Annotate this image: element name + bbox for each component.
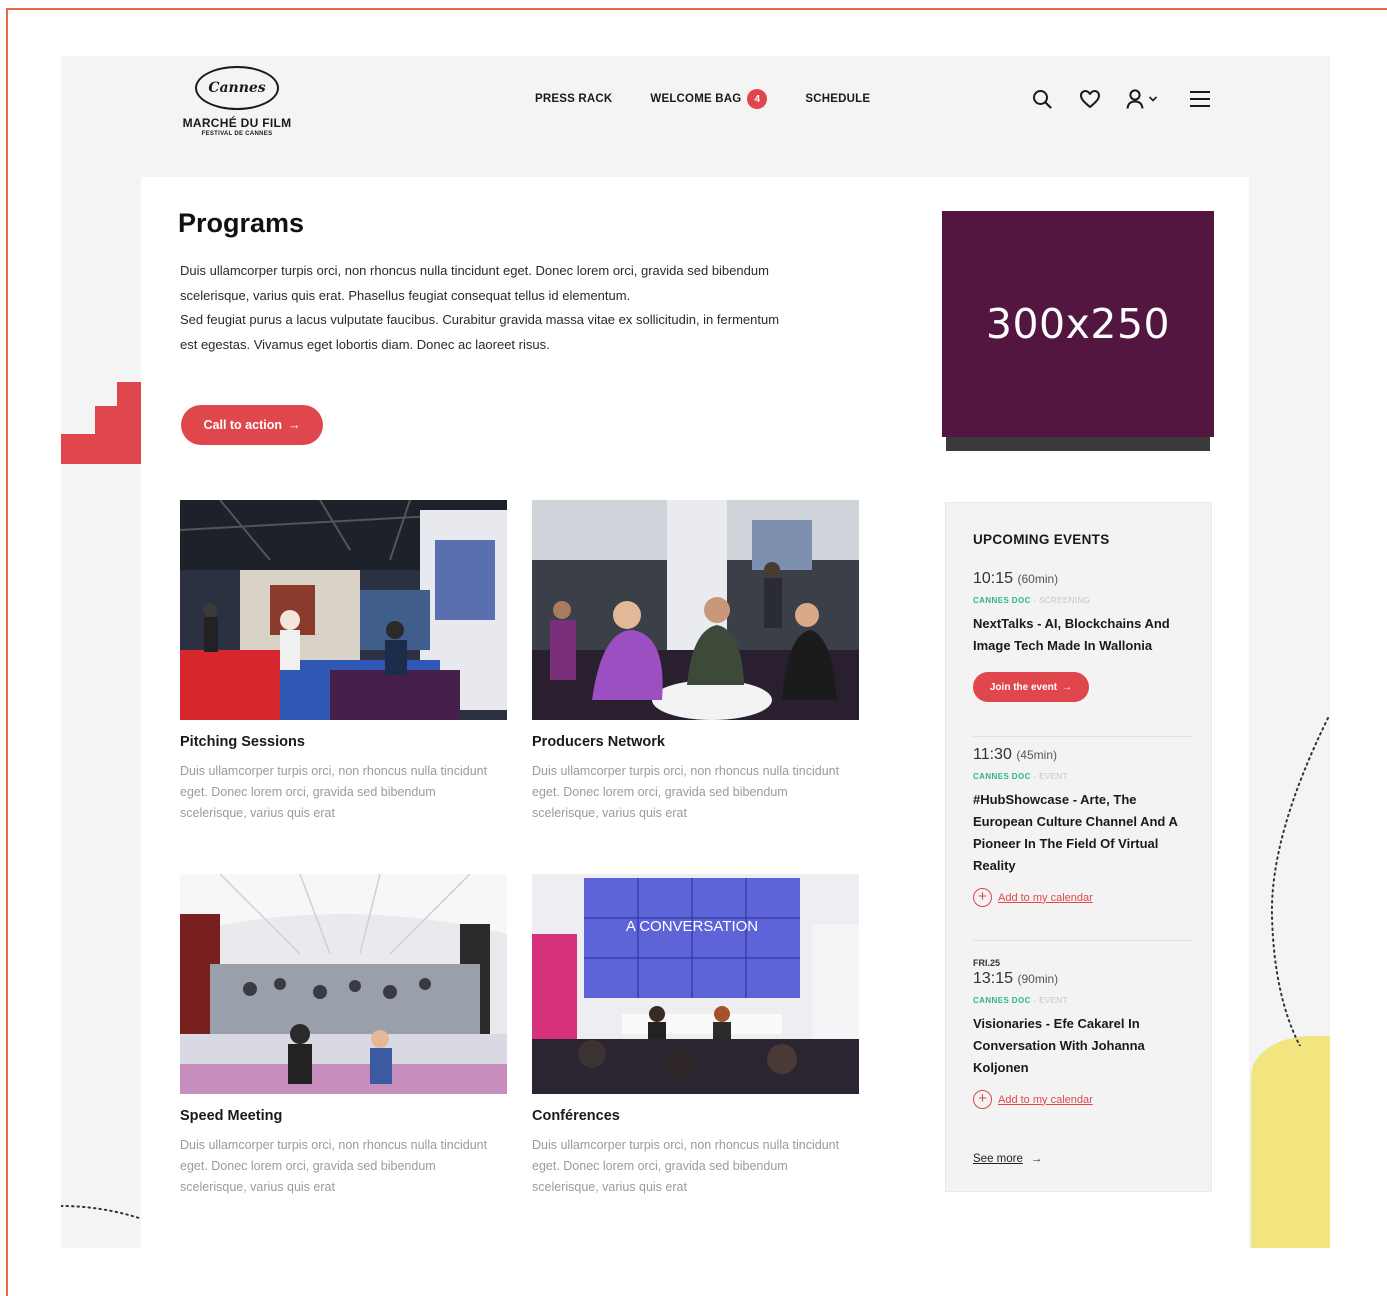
- program-name: Speed Meeting: [180, 1108, 283, 1124]
- favorites-button[interactable]: [1077, 86, 1103, 112]
- program-name: Pitching Sessions: [180, 734, 305, 750]
- intro-text: Duis ullamcorper turpis orci, non rhoncu…: [180, 259, 780, 357]
- site-logo[interactable]: Cannes MARCHÉ DU FILM FESTIVAL DE CANNES: [173, 66, 301, 137]
- upcoming-events-panel: UPCOMING EVENTS 10:15 (60min) CANNES DOC…: [945, 502, 1212, 1192]
- event-item: 11:30 (45min) CANNES DOC - EVENT #HubSho…: [973, 746, 1198, 907]
- program-card-speed-meeting[interactable]: Speed Meeting Duis ullamcorper turpis or…: [180, 874, 507, 1198]
- content-card: Programs Duis ullamcorper turpis orci, n…: [141, 177, 1249, 1248]
- nav-press-rack[interactable]: PRESS RACK: [535, 88, 612, 110]
- event-type: - EVENT: [1033, 996, 1068, 1005]
- program-card-pitching-sessions[interactable]: Pitching Sessions Duis ullamcorper turpi…: [180, 500, 507, 824]
- decorative-steps: [61, 382, 141, 464]
- program-photo: [532, 500, 859, 720]
- program-card-producers-network[interactable]: Producers Network Duis ullamcorper turpi…: [532, 500, 859, 824]
- plus-circle-icon: +: [973, 888, 992, 907]
- screen-text: A CONVERSATION: [626, 918, 758, 935]
- divider: [973, 736, 1193, 737]
- chevron-down-icon: [1148, 96, 1158, 102]
- decorative-dotted-line-right: [1270, 717, 1329, 1046]
- event-title[interactable]: Visionaries - Efe Cakarel In Conversatio…: [973, 1013, 1198, 1079]
- nav-label: WELCOME BAG: [650, 93, 742, 105]
- user-icon: [1126, 89, 1144, 109]
- program-photo: [180, 874, 507, 1094]
- divider: [973, 940, 1193, 941]
- event-tags: CANNES DOC - EVENT: [973, 996, 1198, 1005]
- header-tools: [1029, 86, 1213, 112]
- event-tag: CANNES DOC: [973, 772, 1031, 781]
- arrow-right-icon: →: [287, 418, 301, 432]
- event-duration: (45min): [1016, 748, 1057, 762]
- event-item: 10:15 (60min) CANNES DOC - SCREENING Nex…: [973, 570, 1198, 702]
- logo-emblem: Cannes: [195, 66, 279, 110]
- decorative-dotted-line-left: [61, 1205, 140, 1219]
- logo-mark: Cannes: [208, 80, 266, 96]
- event-type: - SCREENING: [1033, 596, 1091, 605]
- decorative-yellow-shape: [1251, 1036, 1330, 1248]
- program-description: Duis ullamcorper turpis orci, non rhoncu…: [180, 1138, 488, 1194]
- event-time: 10:15: [973, 570, 1014, 587]
- intro-paragraph: Sed feugiat purus a lacus vulputate fauc…: [180, 312, 780, 352]
- program-description: Duis ullamcorper turpis orci, non rhoncu…: [532, 1138, 840, 1194]
- event-item: FRI.25 13:15 (90min) CANNES DOC - EVENT …: [973, 958, 1198, 1109]
- arrow-right-icon: →: [1062, 681, 1073, 693]
- event-duration: (90min): [1017, 972, 1059, 986]
- page-title: Programs: [178, 208, 305, 238]
- menu-button[interactable]: [1187, 86, 1213, 112]
- logo-subtitle: FESTIVAL DE CANNES: [201, 131, 273, 137]
- ad-banner[interactable]: 300x250: [942, 211, 1214, 437]
- intro-paragraph: Duis ullamcorper turpis orci, non rhoncu…: [180, 263, 769, 303]
- ad-shadow: [946, 435, 1210, 451]
- program-card-conferences[interactable]: A CONVERSATION Conférences Duis ullamcor…: [532, 874, 859, 1198]
- add-to-calendar-label: Add to my calendar: [998, 891, 1093, 904]
- event-tag: CANNES DOC: [973, 996, 1031, 1005]
- heart-icon: [1080, 90, 1100, 108]
- add-to-calendar-link[interactable]: + Add to my calendar: [973, 1090, 1198, 1109]
- page-canvas: Cannes MARCHÉ DU FILM FESTIVAL DE CANNES…: [61, 56, 1330, 1248]
- main-nav: PRESS RACK WELCOME BAG 4 SCHEDULE: [535, 88, 870, 110]
- event-type: - EVENT: [1033, 772, 1068, 781]
- event-time: 11:30: [973, 746, 1012, 763]
- program-description: Duis ullamcorper turpis orci, non rhoncu…: [180, 764, 488, 820]
- event-tags: CANNES DOC - EVENT: [973, 772, 1198, 781]
- menu-icon: [1190, 91, 1210, 107]
- event-tag: CANNES DOC: [973, 596, 1031, 605]
- program-name: Conférences: [532, 1108, 620, 1124]
- event-tags: CANNES DOC - SCREENING: [973, 596, 1198, 605]
- cta-label: Call to action: [203, 418, 282, 432]
- call-to-action-button[interactable]: Call to action →: [181, 405, 323, 445]
- add-to-calendar-link[interactable]: + Add to my calendar: [973, 888, 1198, 907]
- event-time: 13:15: [973, 970, 1014, 987]
- event-title[interactable]: #HubShowcase - Arte, The European Cultur…: [973, 789, 1198, 877]
- event-duration: (60min): [1017, 572, 1059, 586]
- count-badge: 4: [747, 89, 768, 109]
- nav-welcome-bag[interactable]: WELCOME BAG 4: [650, 88, 768, 110]
- add-to-calendar-label: Add to my calendar: [998, 1093, 1093, 1106]
- plus-circle-icon: +: [973, 1090, 992, 1109]
- event-date: FRI.25: [973, 958, 1001, 968]
- upcoming-events-heading: UPCOMING EVENTS: [973, 532, 1110, 547]
- arrow-right-icon: →: [1030, 1153, 1043, 1165]
- nav-label: SCHEDULE: [805, 93, 871, 105]
- program-photo: A CONVERSATION: [532, 874, 859, 1094]
- account-menu-button[interactable]: [1125, 86, 1165, 112]
- nav-label: PRESS RACK: [535, 93, 613, 105]
- nav-schedule[interactable]: SCHEDULE: [805, 88, 870, 110]
- see-more-label: See more: [973, 1153, 1023, 1165]
- logo-title: MARCHÉ DU FILM: [182, 116, 292, 130]
- program-photo: [180, 500, 507, 720]
- event-title[interactable]: NextTalks - AI, Blockchains And Image Te…: [973, 613, 1198, 657]
- program-name: Producers Network: [532, 734, 665, 750]
- join-event-button[interactable]: Join the event →: [973, 672, 1089, 702]
- join-label: Join the event: [989, 681, 1058, 693]
- search-icon: [1033, 90, 1052, 109]
- see-more-link[interactable]: See more →: [973, 1153, 1042, 1165]
- program-description: Duis ullamcorper turpis orci, non rhoncu…: [532, 764, 840, 820]
- site-header: Cannes MARCHÉ DU FILM FESTIVAL DE CANNES…: [61, 56, 1330, 176]
- search-button[interactable]: [1029, 86, 1055, 112]
